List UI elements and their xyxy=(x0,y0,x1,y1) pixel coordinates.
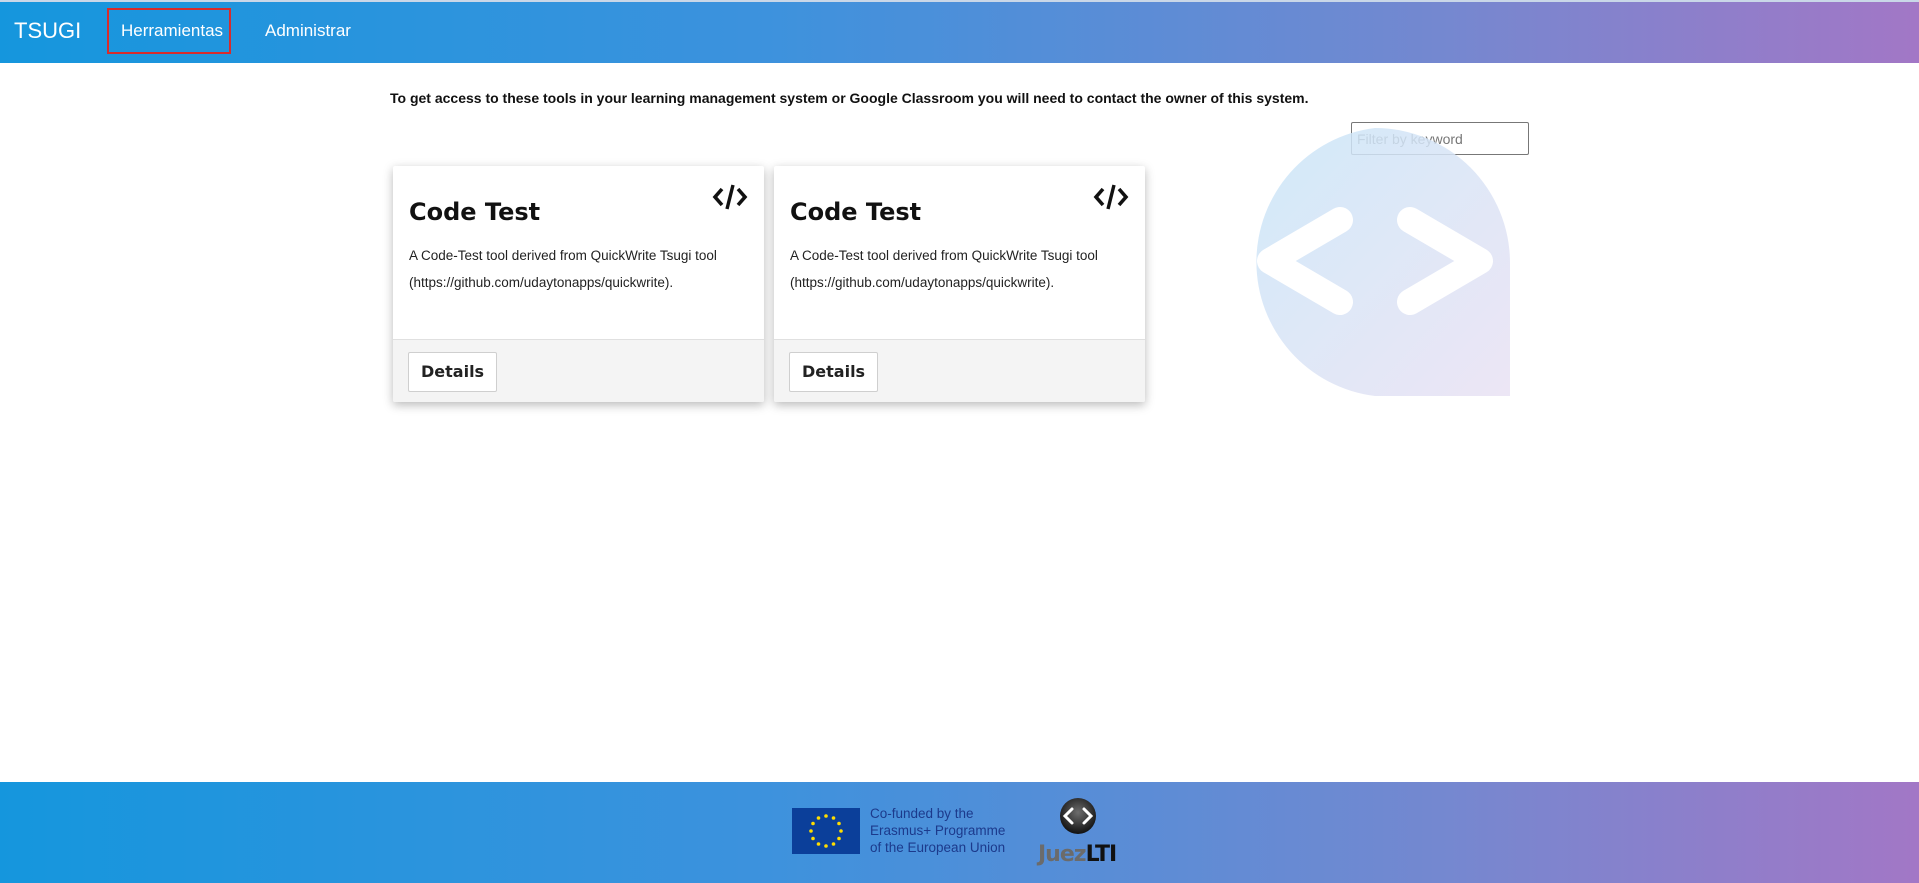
card-description: A Code-Test tool derived from QuickWrite… xyxy=(790,248,1098,290)
card-description: A Code-Test tool derived from QuickWrite… xyxy=(409,248,717,290)
brand-logo[interactable]: TSUGI xyxy=(14,18,81,44)
top-navbar: TSUGI Herramientas Administrar xyxy=(0,0,1919,63)
details-button[interactable]: Details xyxy=(408,352,498,392)
code-watermark-icon xyxy=(1256,128,1510,396)
nav-administrar[interactable]: Administrar xyxy=(253,8,363,54)
card-title: Code Test xyxy=(790,198,922,226)
tool-card: Code Test A Code-Test tool derived from … xyxy=(393,166,764,402)
tool-card: Code Test A Code-Test tool derived from … xyxy=(774,166,1145,402)
card-footer: Details xyxy=(774,339,1145,402)
eu-flag-icon xyxy=(792,808,860,854)
card-title: Code Test xyxy=(409,198,541,226)
details-button[interactable]: Details xyxy=(789,352,879,392)
card-footer: Details xyxy=(393,339,764,402)
code-icon xyxy=(712,184,748,210)
access-notice: To get access to these tools in your lea… xyxy=(390,90,1309,106)
juezlti-wordmark: JuezLTI xyxy=(1038,842,1117,867)
nav-herramientas[interactable]: Herramientas xyxy=(107,8,231,54)
page-footer: Co-funded by the Erasmus+ Programme of t… xyxy=(0,782,1919,883)
eu-cofunded-text: Co-funded by the Erasmus+ Programme of t… xyxy=(870,806,1006,855)
code-icon xyxy=(1093,184,1129,210)
